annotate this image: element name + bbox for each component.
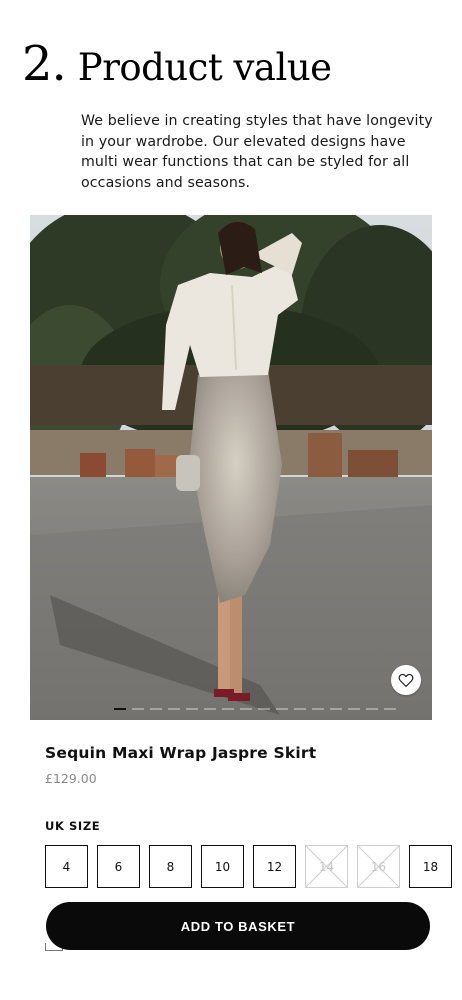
section-title: Product value — [77, 46, 332, 89]
carousel-dot[interactable] — [384, 707, 396, 710]
carousel-dot[interactable] — [204, 707, 216, 710]
section-heading: 2. Product value — [22, 36, 332, 92]
size-option-label: 14 — [318, 859, 335, 874]
carousel-dot[interactable] — [312, 707, 324, 710]
size-option[interactable]: 8 — [149, 845, 192, 888]
carousel-dot[interactable] — [258, 707, 270, 710]
size-option[interactable]: 12 — [253, 845, 296, 888]
image-carousel-indicator — [114, 707, 414, 710]
size-option[interactable]: 6 — [97, 845, 140, 888]
size-option-label: 18 — [422, 859, 439, 874]
size-option-out-of-stock[interactable]: 16 — [357, 845, 400, 888]
carousel-dot[interactable] — [240, 707, 252, 710]
carousel-dot[interactable] — [132, 707, 144, 710]
size-selector: 4 6 8 10 12 14 16 18 — [45, 845, 462, 888]
product-photo — [30, 215, 432, 720]
carousel-dot[interactable] — [186, 707, 198, 710]
carousel-dot[interactable] — [114, 707, 126, 710]
product-name[interactable]: Sequin Maxi Wrap Jaspre Skirt — [45, 744, 316, 762]
size-option-label: 16 — [370, 859, 387, 874]
size-option[interactable]: 4 — [45, 845, 88, 888]
size-option-label: 8 — [166, 859, 175, 874]
carousel-dot[interactable] — [150, 707, 162, 710]
wishlist-button[interactable] — [391, 665, 421, 695]
carousel-dot[interactable] — [276, 707, 288, 710]
heart-icon — [398, 673, 414, 687]
size-option-out-of-stock[interactable]: 14 — [305, 845, 348, 888]
add-to-basket-button[interactable]: ADD TO BASKET — [46, 902, 430, 950]
carousel-dot[interactable] — [222, 707, 234, 710]
product-image[interactable] — [30, 215, 432, 720]
size-option-label: 6 — [114, 859, 123, 874]
carousel-dot[interactable] — [348, 707, 360, 710]
carousel-dot[interactable] — [330, 707, 342, 710]
size-label: UK SIZE — [45, 819, 101, 833]
size-option[interactable]: 18 — [409, 845, 452, 888]
carousel-dot[interactable] — [168, 707, 180, 710]
size-option-label: 12 — [266, 859, 283, 874]
size-option-label: 4 — [62, 859, 71, 874]
section-number: 2. — [22, 36, 67, 92]
carousel-dot[interactable] — [366, 707, 378, 710]
section-description: We believe in creating styles that have … — [81, 113, 433, 191]
carousel-dot[interactable] — [294, 707, 306, 710]
product-price: £129.00 — [45, 771, 97, 786]
size-option-label: 10 — [214, 859, 231, 874]
size-option[interactable]: 10 — [201, 845, 244, 888]
